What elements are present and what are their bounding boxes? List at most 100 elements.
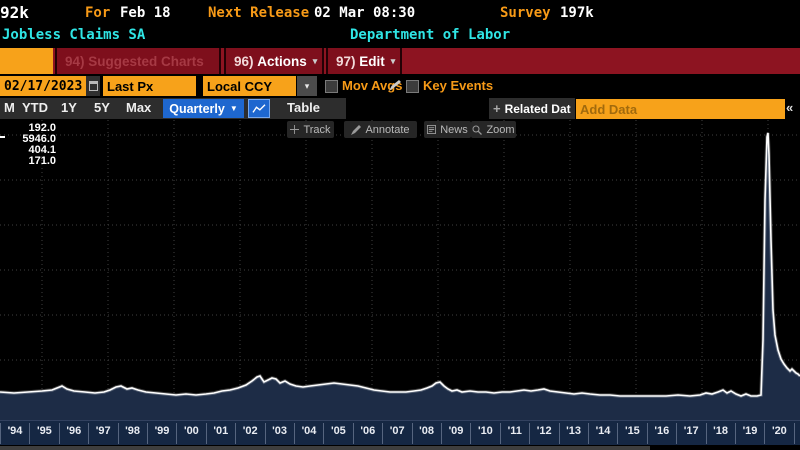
x-axis-year-label: '19	[736, 425, 764, 437]
x-axis-year-label: '14	[589, 425, 617, 437]
header: 92k For Feb 18 Next Release 02 Mar 08:30…	[0, 0, 800, 48]
caret-down-icon: ▾	[313, 56, 318, 67]
for-label: For	[85, 5, 110, 21]
related-data-button[interactable]: + Related Dat	[489, 98, 575, 119]
price-line	[0, 133, 800, 396]
collapse-panel-icon[interactable]: «	[786, 100, 793, 115]
source-name: Department of Labor	[350, 27, 510, 43]
calendar-icon	[89, 81, 98, 91]
x-axis-year-label: '01	[207, 425, 235, 437]
edit-shortcut: 97)	[336, 54, 359, 69]
edit-label: Edit	[359, 54, 385, 69]
x-axis-year-label: '20	[765, 425, 793, 437]
currency-field[interactable]: Local CCY	[203, 76, 296, 96]
suggested-charts-button[interactable]: 94) Suggested Charts	[55, 48, 221, 74]
survey-label: Survey	[500, 5, 551, 21]
for-date: Feb 18	[120, 5, 171, 21]
calendar-button[interactable]	[86, 76, 100, 96]
x-axis-year-label: '02	[236, 425, 264, 437]
active-panel-tab[interactable]	[0, 48, 53, 74]
date-input[interactable]: 02/17/2023	[0, 76, 86, 96]
currency-value: Local CCY	[207, 79, 272, 94]
x-axis-year-label: '97	[89, 425, 117, 437]
zoom-label: Zoom	[486, 124, 514, 136]
news-label: News	[440, 124, 468, 136]
price-type-field[interactable]: Last Px	[103, 76, 196, 96]
actions-menu-button[interactable]: 96) Actions ▾	[224, 48, 324, 74]
last-value: 92k	[0, 3, 29, 22]
plus-icon: +	[493, 101, 501, 116]
pencil-icon[interactable]	[388, 79, 402, 92]
x-axis-band: '94'95'96'97'98'99'00'01'02'03'04'05'06'…	[0, 420, 800, 445]
date-value: 02/17/2023	[4, 79, 82, 94]
legend-value: 171.0	[6, 155, 56, 167]
x-axis-year-label: '11	[501, 425, 529, 437]
price-line-glow	[0, 133, 800, 396]
survey-value: 197k	[560, 5, 594, 21]
line-chart-icon	[251, 103, 267, 115]
y-axis-marker	[0, 136, 5, 138]
x-axis-year-label: '08	[413, 425, 441, 437]
range-tab-max[interactable]: Max	[126, 100, 151, 115]
area-fill	[0, 133, 800, 420]
period-selector-label: Quarterly	[169, 102, 225, 116]
range-tab-5y[interactable]: 5Y	[94, 100, 110, 115]
price-chart[interactable]	[0, 120, 800, 420]
security-name: Jobless Claims SA	[2, 27, 145, 43]
next-release-label: Next Release	[208, 5, 309, 21]
x-axis-year-label: '12	[530, 425, 558, 437]
x-axis-year-label: '10	[471, 425, 499, 437]
footer-strip	[0, 446, 650, 450]
x-axis-year-label: '09	[442, 425, 470, 437]
x-axis-year-label: '99	[148, 425, 176, 437]
key-events-label: Key Events	[423, 78, 493, 93]
x-axis-year-label: '16	[648, 425, 676, 437]
key-events-checkbox[interactable]	[406, 80, 419, 93]
range-tab-ytd[interactable]: YTD	[22, 100, 48, 115]
caret-down-icon: ▼	[230, 104, 238, 113]
news-icon	[427, 125, 436, 134]
annotate-button[interactable]: Annotate	[344, 121, 417, 138]
x-axis-year-label: '98	[119, 425, 147, 437]
range-tab-1y[interactable]: 1Y	[61, 100, 77, 115]
x-axis-year-label: '15	[618, 425, 646, 437]
x-axis-year-label: '07	[383, 425, 411, 437]
range-tabs: Quarterly ▼ Table M YTD 1Y 5Y Max	[0, 98, 346, 119]
x-axis-year-label: '05	[324, 425, 352, 437]
next-release-value: 02 Mar 08:30	[314, 5, 415, 21]
tab-table[interactable]: Table	[287, 100, 320, 115]
x-axis-year-label: '17	[677, 425, 705, 437]
actions-label: Actions	[257, 54, 307, 69]
range-tab-m[interactable]: M	[4, 100, 15, 115]
track-icon	[290, 125, 299, 134]
track-label: Track	[303, 124, 330, 136]
annotate-icon	[351, 125, 361, 135]
x-axis-year-label: '06	[354, 425, 382, 437]
x-axis-year-label: '18	[707, 425, 735, 437]
x-axis-year-label: '13	[560, 425, 588, 437]
x-axis-year-label: '04	[295, 425, 323, 437]
chart-type-button[interactable]	[248, 99, 270, 118]
actions-shortcut: 96)	[234, 54, 257, 69]
related-data-label: Related Dat	[505, 102, 571, 116]
bloomberg-terminal-window: 92k For Feb 18 Next Release 02 Mar 08:30…	[0, 0, 800, 450]
x-axis-year-label: '03	[266, 425, 294, 437]
zoom-button[interactable]: Zoom	[471, 121, 516, 138]
zoom-icon	[472, 125, 482, 135]
x-axis-year-label: '95	[30, 425, 58, 437]
x-axis-year-label: '96	[60, 425, 88, 437]
x-axis-year-label: '94	[1, 425, 29, 437]
add-data-input[interactable]	[576, 99, 785, 119]
price-type-value: Last Px	[107, 79, 153, 94]
x-axis-year-label: '00	[177, 425, 205, 437]
caret-down-icon: ▾	[305, 81, 310, 92]
suggested-charts-label: 94) Suggested Charts	[65, 54, 204, 69]
track-button[interactable]: Track	[287, 121, 334, 138]
menu-bar: 94) Suggested Charts 96) Actions ▾ 97) E…	[0, 48, 800, 74]
period-selector[interactable]: Quarterly ▼	[163, 99, 244, 118]
caret-down-icon: ▾	[391, 56, 396, 67]
news-button[interactable]: News	[424, 121, 471, 138]
currency-dropdown-button[interactable]: ▾	[297, 76, 317, 96]
mov-avgs-checkbox[interactable]	[325, 80, 338, 93]
edit-menu-button[interactable]: 97) Edit ▾	[326, 48, 402, 74]
